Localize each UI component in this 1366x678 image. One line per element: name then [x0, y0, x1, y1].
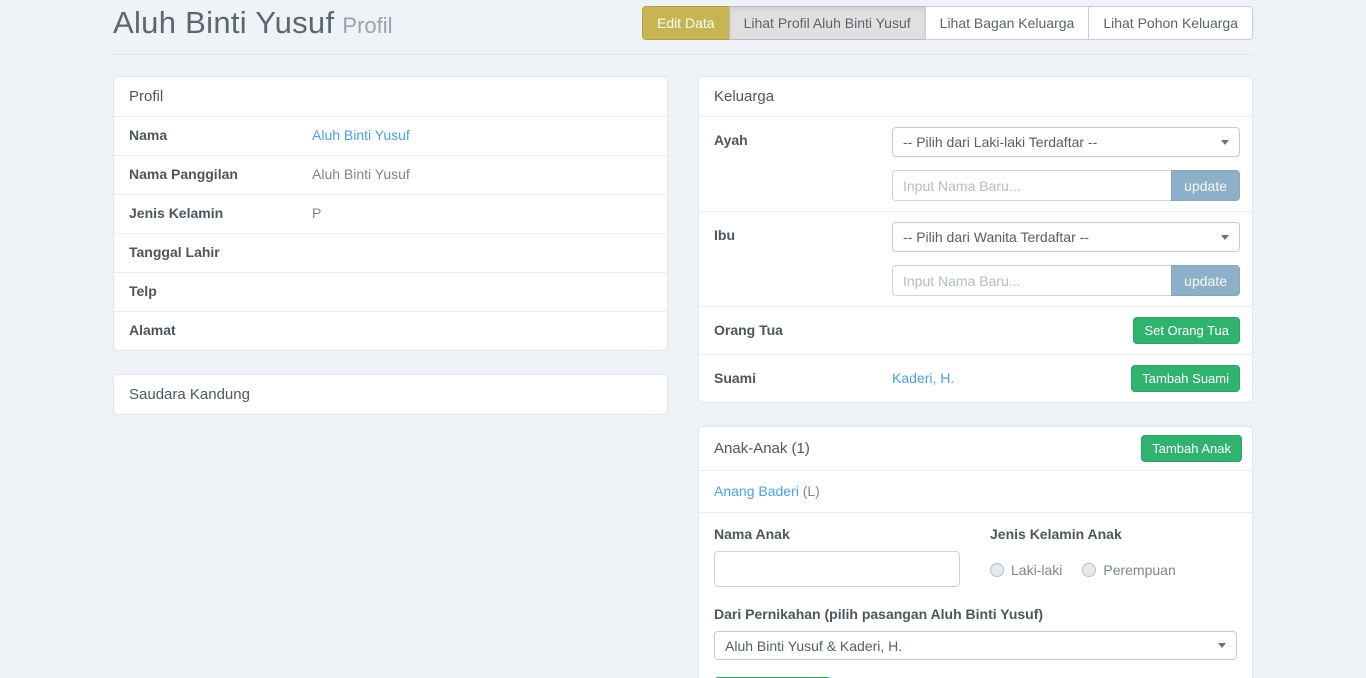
profil-row-nama-panggilan: Nama Panggilan Aluh Binti Yusuf — [114, 155, 667, 194]
ibu-label: Ibu — [709, 222, 892, 296]
anak-anak-card: Anak-Anak (1) Tambah Anak Anang Baderi (… — [698, 426, 1253, 678]
tanggal-lahir-label: Tanggal Lahir — [129, 244, 312, 260]
nama-anak-input[interactable] — [714, 551, 960, 587]
page-header: Aluh Binti Yusuf Profil Edit Data Lihat … — [113, 0, 1253, 55]
nama-anak-label: Nama Anak — [714, 526, 960, 542]
page-subtitle: Profil — [342, 13, 392, 39]
alamat-label: Alamat — [129, 322, 312, 338]
suami-value-link[interactable]: Kaderi, H. — [892, 365, 954, 392]
child-list-item: Anang Baderi (L) — [699, 470, 1252, 512]
tambah-anak-form: Nama Anak Jenis Kelamin Anak Laki-laki — [699, 512, 1252, 678]
ibu-select[interactable]: -- Pilih dari Wanita Terdaftar -- — [892, 222, 1240, 252]
chevron-down-icon — [1221, 235, 1229, 240]
profil-row-jenis-kelamin: Jenis Kelamin P — [114, 194, 667, 233]
ayah-update-button[interactable]: update — [1171, 170, 1240, 201]
ayah-nama-baru-input[interactable] — [892, 170, 1171, 201]
lihat-pohon-keluarga-button[interactable]: Lihat Pohon Keluarga — [1088, 6, 1253, 40]
page-container: Aluh Binti Yusuf Profil Edit Data Lihat … — [113, 0, 1253, 678]
radio-perempuan[interactable]: Perempuan — [1082, 562, 1175, 578]
main-columns: Profil Nama Aluh Binti Yusuf Nama Panggi… — [113, 76, 1253, 678]
left-column: Profil Nama Aluh Binti Yusuf Nama Panggi… — [113, 76, 668, 678]
keluarga-row-orang-tua: Orang Tua Set Orang Tua — [699, 306, 1252, 354]
tambah-anak-header-button[interactable]: Tambah Anak — [1141, 435, 1242, 462]
nama-label: Nama — [129, 127, 312, 143]
profil-card: Profil Nama Aluh Binti Yusuf Nama Panggi… — [113, 76, 668, 351]
profil-row-nama: Nama Aluh Binti Yusuf — [114, 116, 667, 155]
child-gender-suffix: (L) — [799, 483, 820, 499]
set-orang-tua-button[interactable]: Set Orang Tua — [1133, 317, 1240, 344]
telp-label: Telp — [129, 283, 312, 299]
suami-label: Suami — [709, 365, 892, 392]
nama-value-link[interactable]: Aluh Binti Yusuf — [312, 127, 410, 143]
keluarga-row-suami: Suami Kaderi, H. Tambah Suami — [699, 354, 1252, 402]
chevron-down-icon — [1218, 643, 1226, 648]
ayah-input-group: update — [892, 170, 1240, 201]
child-name-link[interactable]: Anang Baderi — [714, 483, 799, 499]
nama-anak-column: Nama Anak — [714, 526, 960, 587]
page-title: Aluh Binti Yusuf — [113, 5, 334, 41]
profil-row-alamat: Alamat — [114, 311, 667, 350]
ibu-input-group: update — [892, 265, 1240, 296]
orang-tua-label: Orang Tua — [709, 317, 892, 344]
keluarga-row-ibu: Ibu -- Pilih dari Wanita Terdaftar -- up… — [699, 211, 1252, 306]
keluarga-card-title: Keluarga — [699, 77, 1252, 116]
lihat-profil-button[interactable]: Lihat Profil Aluh Binti Yusuf — [729, 6, 926, 40]
anak-anak-title: Anak-Anak (1) — [714, 440, 810, 457]
dari-pernikahan-select[interactable]: Aluh Binti Yusuf & Kaderi, H. — [714, 631, 1237, 660]
title-wrap: Aluh Binti Yusuf Profil — [113, 5, 393, 41]
radio-laki-laki[interactable]: Laki-laki — [990, 562, 1062, 578]
edit-data-button[interactable]: Edit Data — [642, 6, 730, 40]
profil-row-telp: Telp — [114, 272, 667, 311]
form-columns: Nama Anak Jenis Kelamin Anak Laki-laki — [714, 526, 1237, 587]
profil-row-tanggal-lahir: Tanggal Lahir — [114, 233, 667, 272]
gender-radio-group: Laki-laki Perempuan — [990, 562, 1176, 578]
lihat-bagan-keluarga-button[interactable]: Lihat Bagan Keluarga — [925, 6, 1090, 40]
dari-pernikahan-select-value: Aluh Binti Yusuf & Kaderi, H. — [725, 638, 902, 654]
radio-circle-icon[interactable] — [1082, 563, 1096, 577]
keluarga-row-ayah: Ayah -- Pilih dari Laki-laki Terdaftar -… — [699, 116, 1252, 211]
radio-laki-laki-label: Laki-laki — [1011, 562, 1062, 578]
keluarga-card: Keluarga Ayah -- Pilih dari Laki-laki Te… — [698, 76, 1253, 403]
view-button-group: Edit Data Lihat Profil Aluh Binti Yusuf … — [642, 6, 1253, 40]
ayah-select[interactable]: -- Pilih dari Laki-laki Terdaftar -- — [892, 127, 1240, 157]
jenis-kelamin-value: P — [312, 205, 321, 221]
radio-circle-icon[interactable] — [990, 563, 1004, 577]
jenis-kelamin-anak-column: Jenis Kelamin Anak Laki-laki Perempuan — [990, 526, 1176, 587]
jenis-kelamin-label: Jenis Kelamin — [129, 205, 312, 221]
ayah-select-value: -- Pilih dari Laki-laki Terdaftar -- — [903, 134, 1097, 150]
ibu-update-button[interactable]: update — [1171, 265, 1240, 296]
nama-panggilan-value: Aluh Binti Yusuf — [312, 166, 410, 182]
tambah-suami-button[interactable]: Tambah Suami — [1131, 365, 1240, 392]
jenis-kelamin-anak-label: Jenis Kelamin Anak — [990, 526, 1176, 542]
anak-anak-card-header: Anak-Anak (1) Tambah Anak — [699, 427, 1252, 470]
saudara-kandung-card: Saudara Kandung — [113, 374, 668, 415]
right-column: Keluarga Ayah -- Pilih dari Laki-laki Te… — [698, 76, 1253, 678]
ibu-controls: -- Pilih dari Wanita Terdaftar -- update — [892, 222, 1240, 296]
radio-perempuan-label: Perempuan — [1103, 562, 1175, 578]
nama-panggilan-label: Nama Panggilan — [129, 166, 312, 182]
ibu-nama-baru-input[interactable] — [892, 265, 1171, 296]
ayah-controls: -- Pilih dari Laki-laki Terdaftar -- upd… — [892, 127, 1240, 201]
ayah-label: Ayah — [709, 127, 892, 201]
chevron-down-icon — [1221, 140, 1229, 145]
profil-card-title: Profil — [114, 77, 667, 116]
saudara-kandung-title: Saudara Kandung — [114, 375, 667, 414]
dari-pernikahan-label: Dari Pernikahan (pilih pasangan Aluh Bin… — [714, 606, 1237, 622]
ibu-select-value: -- Pilih dari Wanita Terdaftar -- — [903, 229, 1089, 245]
